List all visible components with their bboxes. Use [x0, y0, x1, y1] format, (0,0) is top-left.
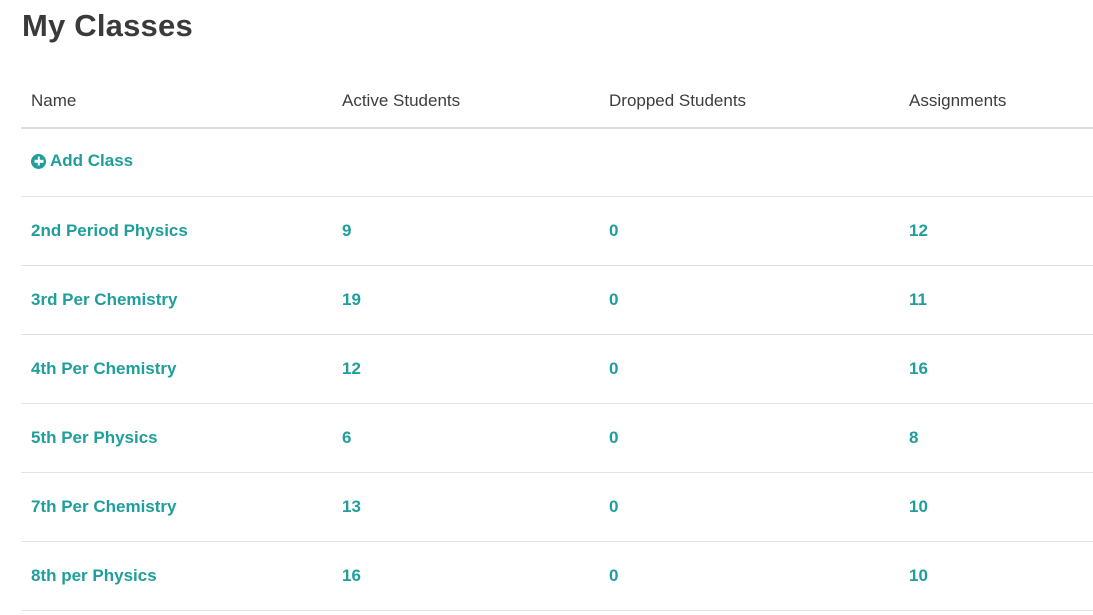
column-header-assignments: Assignments [899, 74, 1093, 129]
active-students-link[interactable]: 9 [342, 221, 351, 240]
table-row: 5th Per Physics 6 0 8 [21, 403, 1093, 473]
assignments-link[interactable]: 16 [909, 359, 928, 378]
column-header-name: Name [21, 74, 332, 129]
assignments-link[interactable]: 10 [909, 497, 928, 516]
dropped-students-link[interactable]: 0 [609, 221, 618, 240]
active-students-link[interactable]: 13 [342, 497, 361, 516]
class-name-link[interactable]: 5th Per Physics [31, 428, 158, 447]
add-class-button[interactable]: Add Class [31, 151, 133, 171]
class-name-link[interactable]: 7th Per Chemistry [31, 497, 177, 516]
table-row: 7th Per Chemistry 13 0 10 [21, 472, 1093, 542]
active-students-link[interactable]: 12 [342, 359, 361, 378]
class-name-link[interactable]: 4th Per Chemistry [31, 359, 177, 378]
assignments-link[interactable]: 11 [909, 290, 927, 309]
table-header-row: Name Active Students Dropped Students As… [21, 74, 1093, 129]
class-name-link[interactable]: 2nd Period Physics [31, 221, 188, 240]
dropped-students-link[interactable]: 0 [609, 566, 618, 585]
assignments-link[interactable]: 8 [909, 428, 918, 447]
assignments-link[interactable]: 10 [909, 566, 928, 585]
column-header-dropped-students: Dropped Students [599, 74, 899, 129]
table-row: 4th Per Chemistry 12 0 16 [21, 334, 1093, 404]
table-row: 3rd Per Chemistry 19 0 11 [21, 265, 1093, 335]
page-title: My Classes [22, 8, 193, 43]
dropped-students-link[interactable]: 0 [609, 290, 618, 309]
dropped-students-link[interactable]: 0 [609, 359, 618, 378]
table-row: 8th per Physics 16 0 10 [21, 541, 1093, 611]
assignments-link[interactable]: 12 [909, 221, 928, 240]
add-class-label: Add Class [50, 151, 134, 171]
active-students-link[interactable]: 16 [342, 566, 361, 585]
dropped-students-link[interactable]: 0 [609, 497, 618, 516]
classes-table: Name Active Students Dropped Students As… [21, 74, 1093, 611]
active-students-link[interactable]: 6 [342, 428, 351, 447]
class-name-link[interactable]: 3rd Per Chemistry [31, 290, 177, 309]
add-class-row: Add Class [21, 128, 1093, 197]
dropped-students-link[interactable]: 0 [609, 428, 618, 447]
active-students-link[interactable]: 19 [342, 290, 361, 309]
column-header-active-students: Active Students [332, 74, 599, 129]
add-class-cell: Add Class [21, 128, 1093, 197]
plus-circle-icon [31, 153, 46, 169]
class-name-link[interactable]: 8th per Physics [31, 566, 157, 585]
table-row: 2nd Period Physics 9 0 12 [21, 196, 1093, 266]
